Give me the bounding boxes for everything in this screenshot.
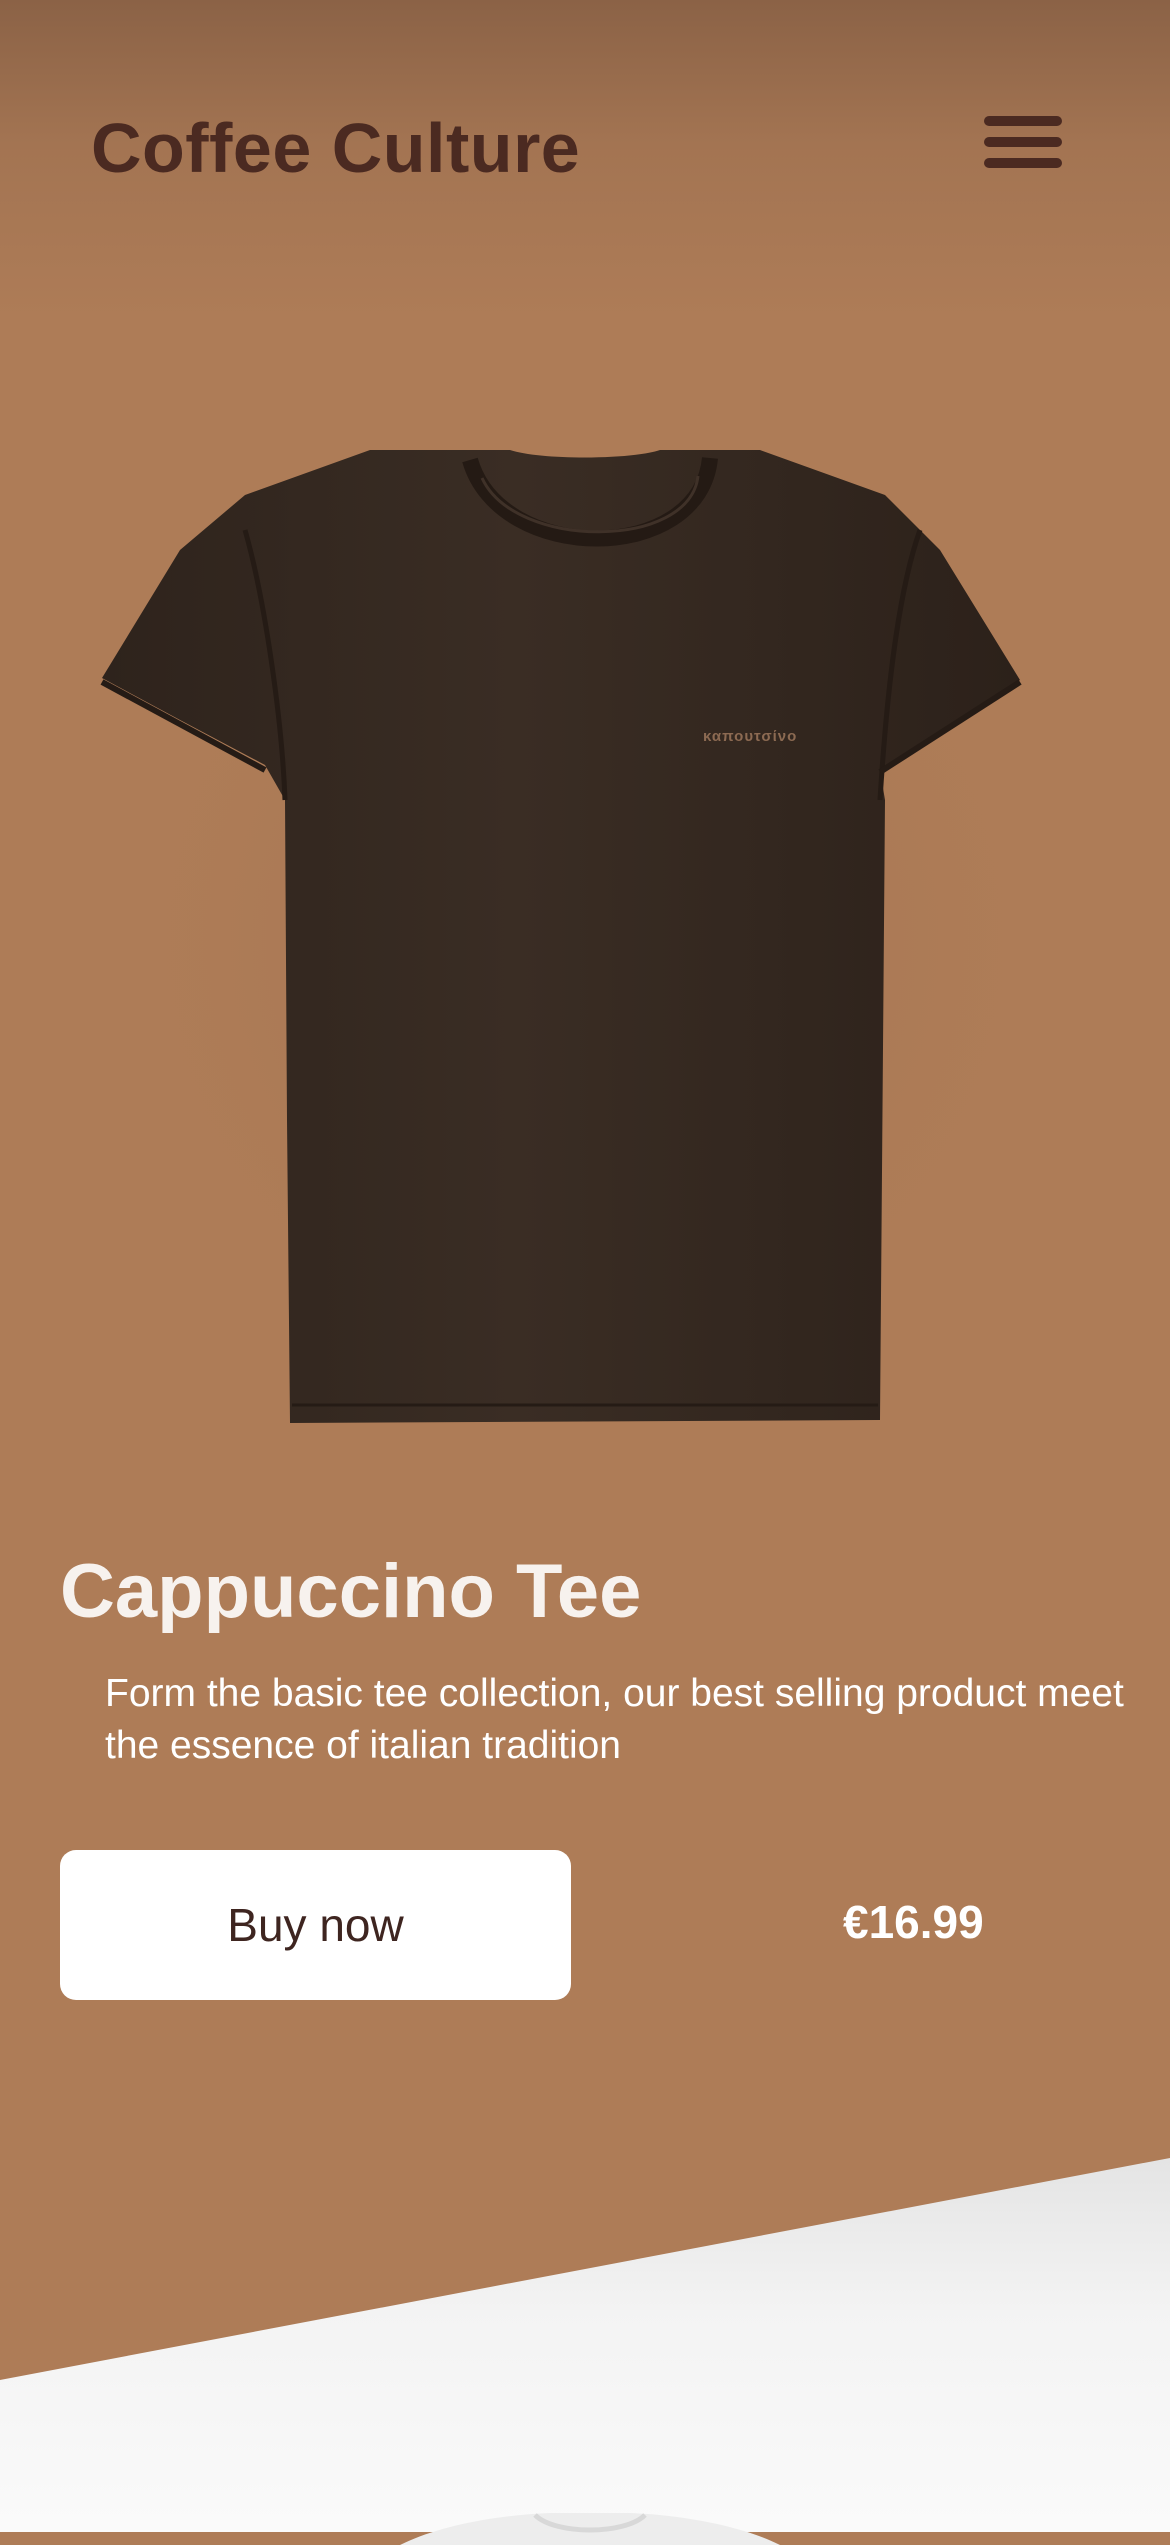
shirt-print-text: καπουτσίνο [703,728,797,745]
next-product-panel [0,2158,1170,2532]
brand-title[interactable]: Coffee Culture [91,108,580,188]
product-title: Cappuccino Tee [60,1549,642,1634]
tshirt-image: καπουτσίνο [65,420,1105,1460]
app-header: Coffee Culture [0,0,1170,300]
product-description: Form the basic tee collection, our best … [105,1672,1124,1767]
panel-shape [0,2158,1170,2532]
next-shirt-peek [400,2513,780,2545]
menu-bar-middle [984,137,1062,147]
hamburger-menu-icon[interactable] [984,116,1062,168]
product-image: καπουτσίνο [60,420,1110,1460]
product-price: €16.99 [843,1896,984,1948]
menu-bar-top [984,116,1062,126]
menu-bar-bottom [984,158,1062,168]
buy-now-button[interactable]: Buy now [60,1850,571,2000]
